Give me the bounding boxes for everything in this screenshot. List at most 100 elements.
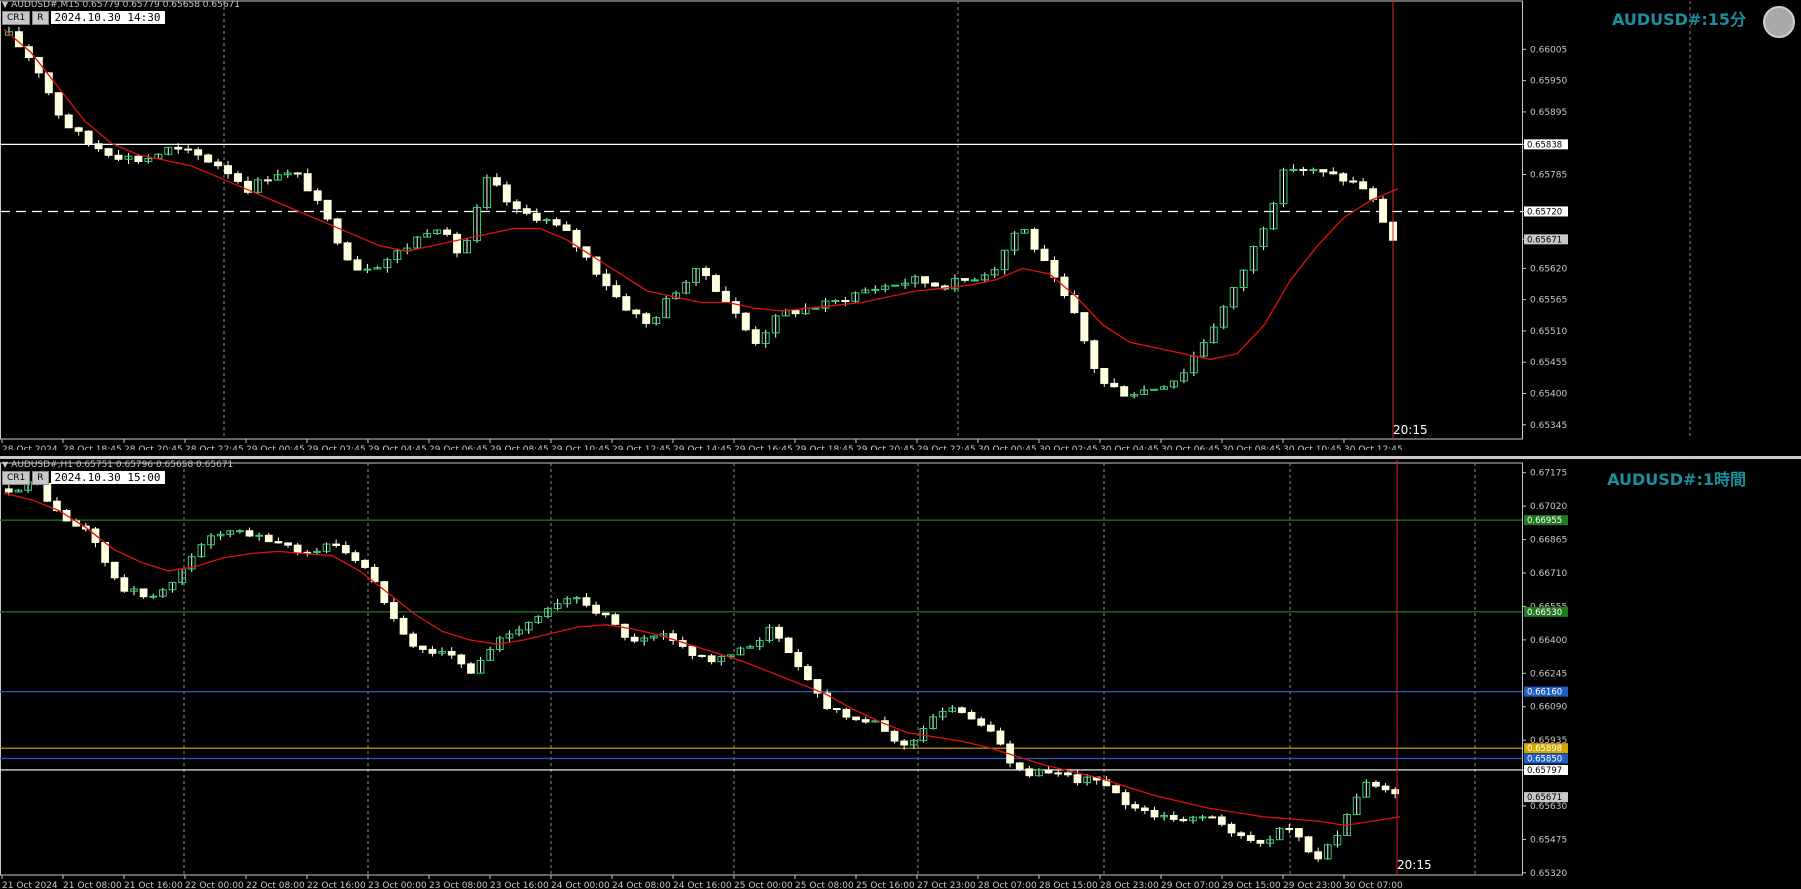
candle-body — [1063, 772, 1072, 776]
candle-body — [1131, 804, 1140, 809]
x-tick-label: 28 Oct 2024 — [2, 445, 58, 450]
candle-body — [698, 654, 706, 657]
m15-toolbar: CR1 R 2024.10.30 14:30 — [2, 10, 165, 25]
cr1-button[interactable]: CR1 — [2, 10, 31, 25]
y-tick-label: 0.65565 — [1530, 296, 1567, 306]
x-tick-label: 30 Oct 12:45 — [1344, 445, 1403, 450]
candle-body — [582, 597, 591, 606]
chart-panel-m15[interactable]: 0.66005 0.65950 0.65895 0.65838 0.65785 0.657… — [0, 0, 1801, 450]
candle-body — [1140, 389, 1149, 396]
candle-body — [1319, 169, 1328, 173]
y-tick-label: 0.66865 — [1530, 536, 1567, 546]
m15-chart-svg[interactable]: 0.66005 0.65950 0.65895 0.65838 0.65785 0.657… — [0, 0, 1801, 450]
price-tag-label: 0.65850 — [1527, 755, 1562, 765]
candle-body — [224, 165, 233, 175]
candle-body — [1208, 816, 1217, 819]
candle-body — [353, 259, 362, 271]
y-tick-label: 0.65345 — [1530, 421, 1567, 431]
candle-body — [881, 285, 890, 290]
x-tick-label: 21 Oct 08:00 — [63, 881, 122, 889]
candle-body — [226, 530, 235, 535]
candle-body — [900, 740, 909, 746]
candle-body — [852, 716, 860, 721]
h1-datetime-label: 2024.10.30 15:00 — [50, 471, 165, 484]
candle-body — [622, 296, 631, 311]
x-tick-label: 28 Oct 20:45 — [124, 445, 183, 450]
m15-ohlc-header: ▼ AUDUSD#,M15 0.65779 0.65779 0.65658 0.6… — [2, 0, 240, 10]
candle-body — [274, 541, 283, 544]
candle-body — [1349, 180, 1358, 183]
candle-body — [363, 268, 372, 271]
candle-body — [1246, 835, 1255, 841]
x-tick-label: 21 Oct 16:00 — [124, 881, 183, 889]
candle-body — [861, 289, 870, 294]
candle-body — [901, 282, 910, 286]
candle-body — [255, 534, 264, 537]
x-tick-label: 27 Oct 23:00 — [917, 881, 976, 889]
panel-divider[interactable] — [0, 456, 1801, 459]
candle-body — [931, 282, 939, 287]
candle-body — [960, 278, 969, 281]
candle-body — [1339, 173, 1348, 182]
candle-body — [986, 724, 995, 732]
candle-body — [124, 155, 133, 160]
candle-body — [794, 652, 803, 668]
x-tick-label: 22 Oct 00:00 — [185, 881, 244, 889]
candle-body — [736, 647, 745, 656]
candle-body — [341, 545, 350, 554]
candle-body — [552, 219, 561, 226]
candle-body — [264, 534, 273, 543]
candle-body — [130, 588, 138, 592]
candle-body — [74, 127, 83, 132]
x-tick-label: 29 Oct 20:45 — [856, 445, 915, 450]
candle-body — [94, 143, 103, 150]
chart-panel-h1[interactable]: 0.671750.670200.668650.667100.665550.664… — [0, 460, 1801, 889]
candle-body — [851, 292, 860, 302]
candle-body — [688, 645, 697, 656]
candle-body — [333, 218, 342, 244]
candle-body — [640, 637, 649, 642]
candle-body — [505, 633, 514, 639]
candle-body — [832, 708, 841, 711]
candle-body — [791, 310, 800, 315]
candle-body — [283, 172, 292, 176]
collapse-icon[interactable]: ▼ — [2, 460, 8, 469]
candle-body — [253, 179, 262, 193]
x-tick-label: 30 Oct 10:45 — [1283, 445, 1342, 450]
y-tick-label: 0.65620 — [1530, 264, 1567, 274]
candle-body — [14, 489, 23, 493]
candle-body — [602, 273, 611, 287]
price-tag-label: 0.66160 — [1527, 688, 1562, 698]
candle-body — [967, 711, 976, 720]
x-tick-label: 25 Oct 08:00 — [795, 881, 854, 889]
collapse-icon[interactable]: ▼ — [2, 0, 8, 9]
candle-body — [428, 648, 437, 654]
y-tick-label: 0.65895 — [1530, 108, 1567, 118]
candle-body — [284, 542, 292, 546]
candle-body — [1100, 367, 1109, 384]
x-tick-label: 29 Oct 02:45 — [307, 445, 366, 450]
candle-body — [1379, 198, 1388, 223]
candle-body — [1080, 312, 1089, 342]
candle-body — [1160, 386, 1168, 390]
candle-body — [1044, 769, 1053, 774]
candle-body — [4, 488, 13, 493]
candle-body — [64, 114, 73, 129]
cr1-button[interactable]: CR1 — [2, 470, 31, 485]
h1-header-text: AUDUSD#,H1 0.65751 0.65796 0.65658 0.656… — [11, 460, 234, 470]
candle-body — [524, 621, 533, 631]
r-button[interactable]: R — [32, 10, 49, 25]
candle-body — [453, 233, 462, 254]
x-tick-label: 23 Oct 00:00 — [368, 881, 427, 889]
candle-body — [476, 659, 485, 674]
settings-icon[interactable] — [1763, 6, 1795, 38]
candle-body — [370, 566, 379, 583]
candle-body — [1289, 168, 1298, 171]
candle-body — [642, 313, 651, 324]
candle-body — [323, 199, 332, 220]
r-button[interactable]: R — [32, 470, 49, 485]
candle-body — [592, 604, 600, 614]
candle-body — [649, 635, 658, 639]
h1-chart-svg[interactable]: 0.671750.670200.668650.667100.665550.664… — [0, 460, 1801, 889]
candle-body — [351, 552, 360, 561]
